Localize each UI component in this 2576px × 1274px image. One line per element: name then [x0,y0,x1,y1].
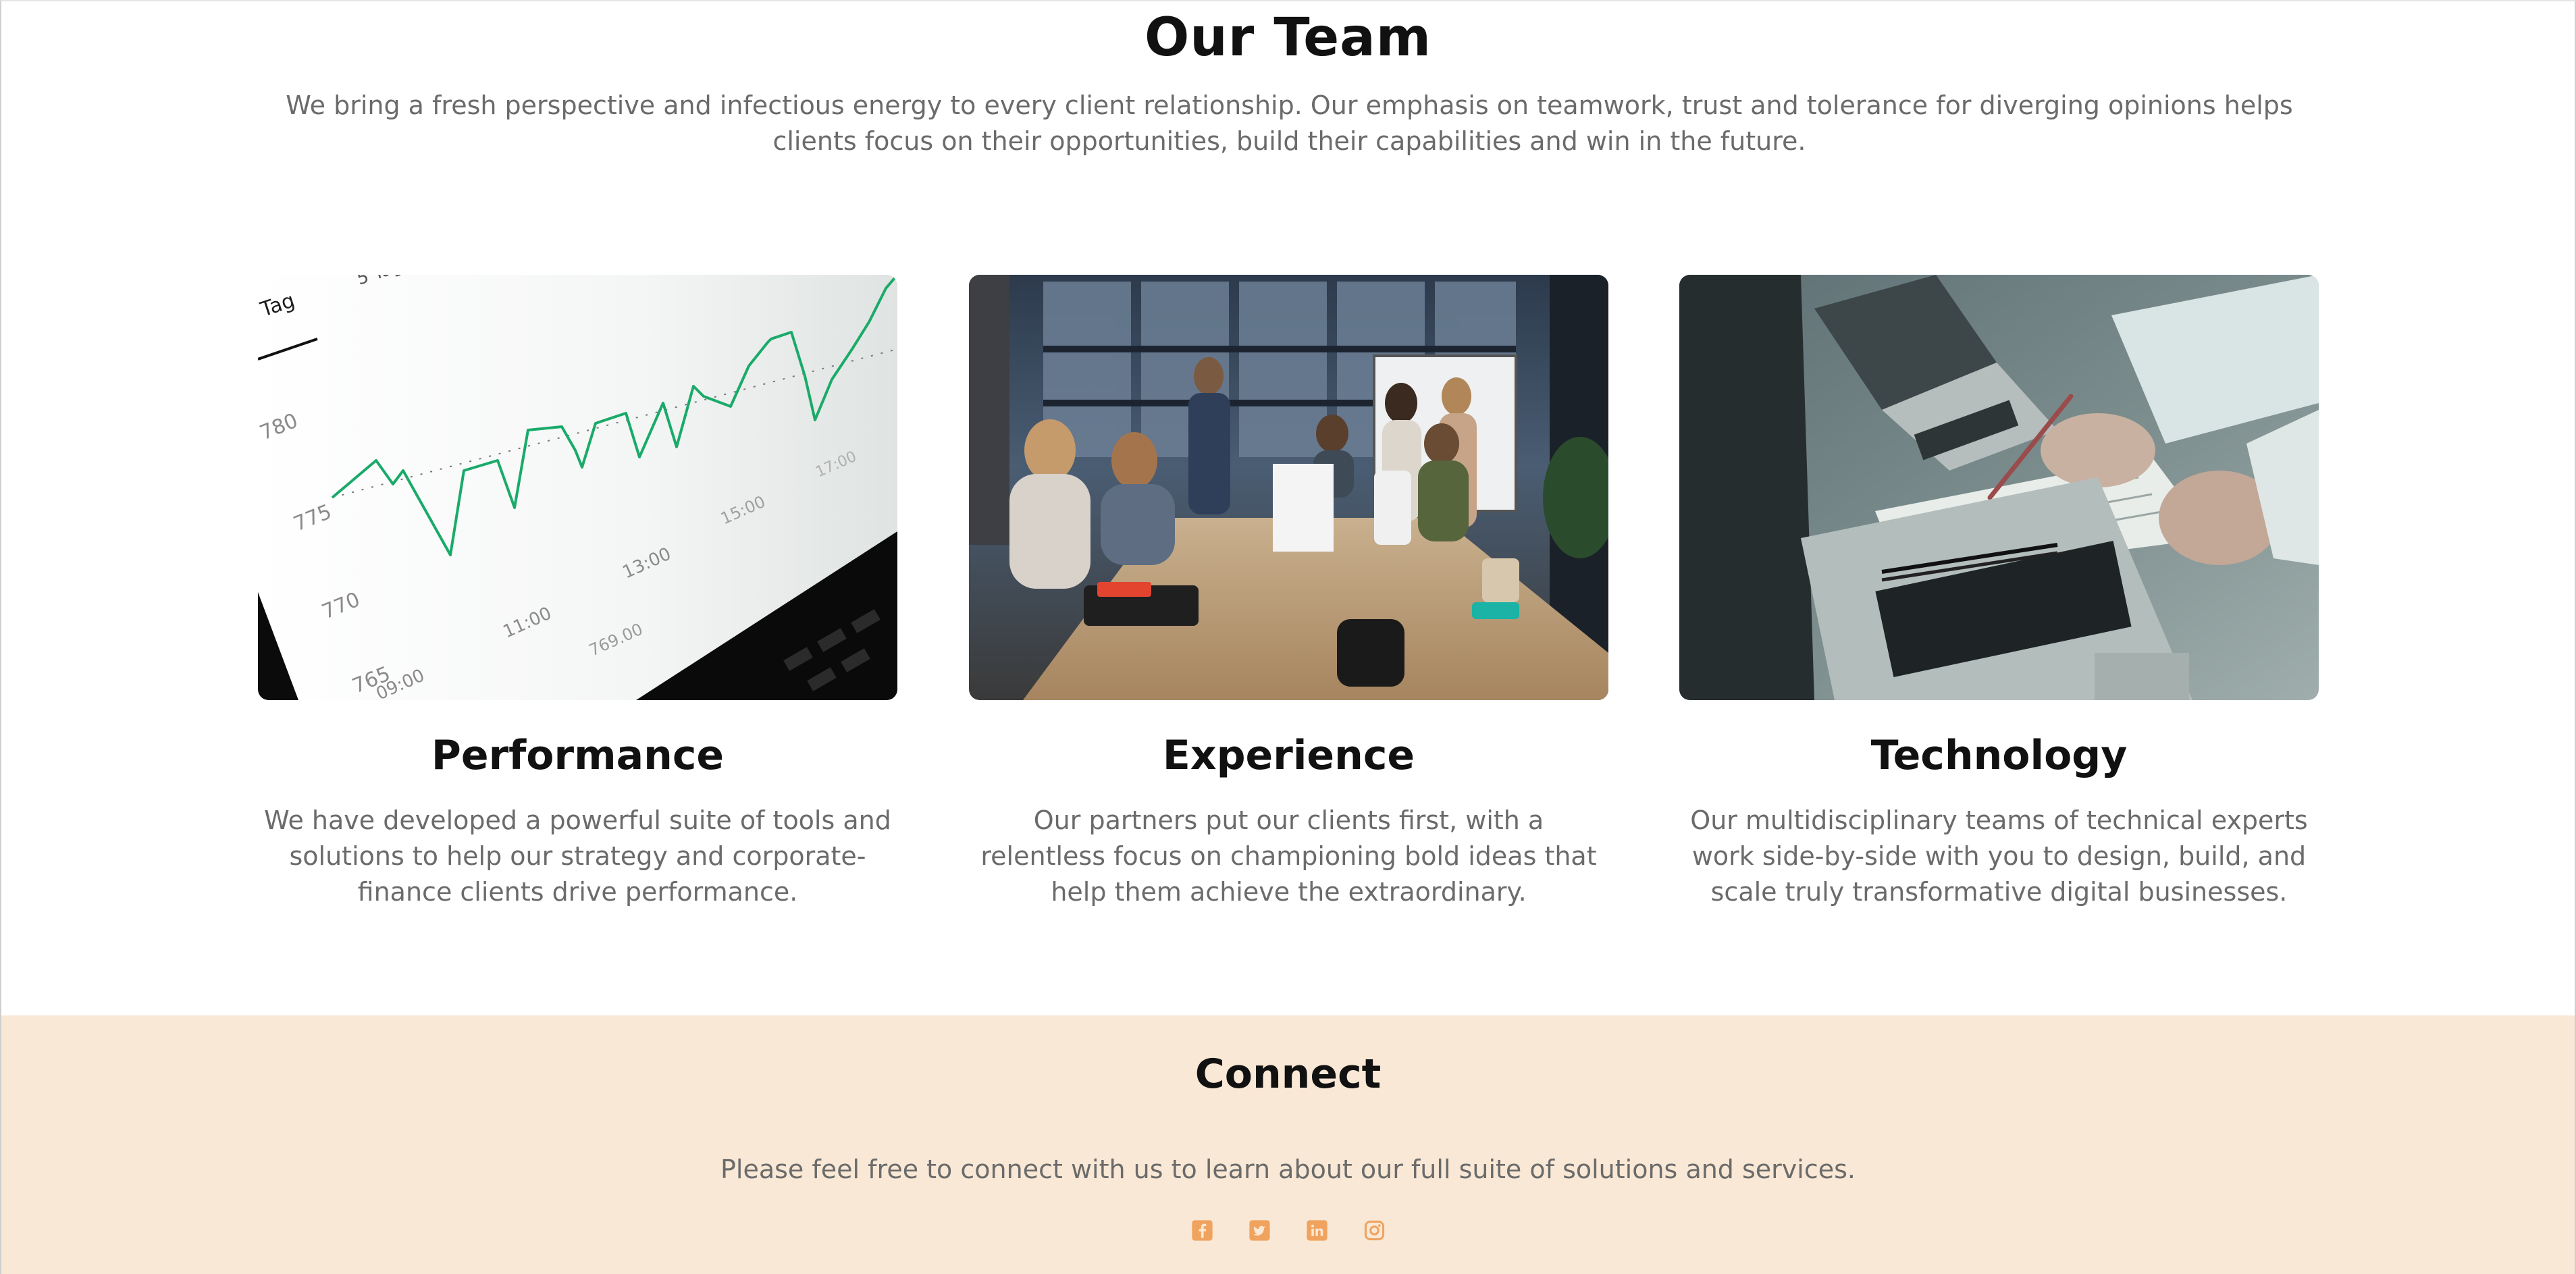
technology-image [1679,275,2319,700]
experience-image [969,275,1608,700]
team-intro: We bring a fresh perspective and infecti… [286,90,2293,156]
performance-title: Performance [431,732,725,779]
facebook-icon[interactable] [1191,1219,1213,1242]
experience-text: Our partners put our clients first, with… [980,805,1597,907]
performance-text: We have developed a powerful suite of to… [264,805,891,907]
technology-card: Technology Our multidisciplinary teams o… [1679,275,2319,910]
social-links [1,1219,2575,1242]
technology-text: Our multidisciplinary teams of technical… [1690,805,2308,907]
twitter-icon[interactable] [1248,1219,1271,1242]
team-section: Our Team We bring a fresh perspective an… [1,1,2575,1015]
connect-title: Connect [1194,1051,1382,1098]
page: Our Team We bring a fresh perspective an… [0,0,2576,1274]
connect-text: Please feel free to connect with us to l… [720,1154,1856,1184]
experience-title: Experience [1162,732,1415,779]
connect-section: Connect Please feel free to connect with… [1,1015,2575,1274]
experience-card: Experience Our partners put our clients … [969,275,1608,910]
technology-title: Technology [1870,732,2128,779]
performance-card: Tag 5 Tag 780 775 770 765 11:00 13:00 15… [258,275,897,910]
instagram-icon[interactable] [1363,1219,1386,1242]
team-title: Our Team [1144,7,1432,68]
performance-image: Tag 5 Tag 780 775 770 765 11:00 13:00 15… [258,275,897,700]
linkedin-icon[interactable] [1306,1219,1328,1242]
